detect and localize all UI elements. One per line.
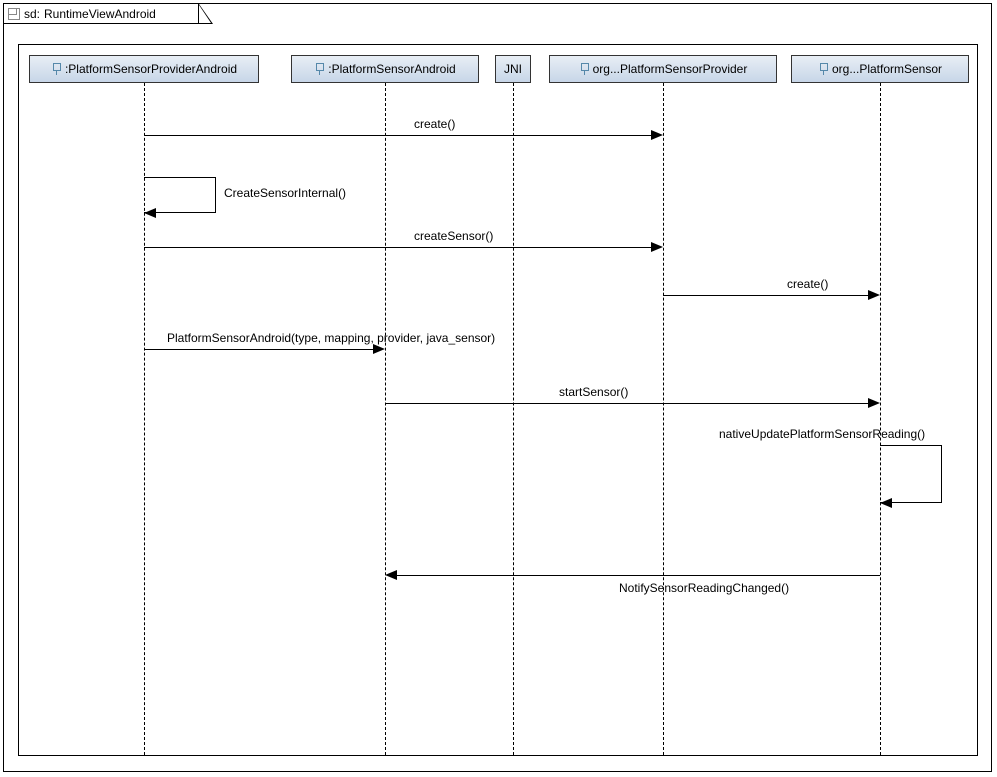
lifeline-org-sensor (880, 83, 881, 755)
sequence-diagram-frame: sd: RuntimeViewAndroid :PlatformSensorPr… (3, 3, 992, 772)
frame-tab-corner (199, 4, 213, 24)
arrow-startsensor (385, 403, 868, 404)
arrow-head (868, 290, 880, 300)
msg-startsensor: startSensor() (559, 385, 628, 399)
frame-title: RuntimeViewAndroid (44, 7, 156, 21)
lifeline-sensor-android (385, 83, 386, 755)
frame-prefix: sd: (24, 7, 40, 21)
arrow-head (868, 398, 880, 408)
msg-create-1: create() (414, 117, 455, 131)
arrow-head (651, 242, 663, 252)
frame-tab: sd: RuntimeViewAndroid (4, 4, 199, 24)
msg-ctor: PlatformSensorAndroid(type, mapping, pro… (167, 331, 495, 345)
participant-sensor-android: :PlatformSensorAndroid (291, 55, 479, 83)
participant-label: :PlatformSensorProviderAndroid (65, 62, 237, 76)
self-call-nativeupdate (880, 445, 942, 503)
object-icon (579, 63, 589, 75)
participant-org-provider: org...PlatformSensorProvider (549, 55, 777, 83)
msg-createsensor: createSensor() (414, 229, 493, 243)
arrow-notify (397, 575, 880, 576)
msg-create-2: create() (787, 277, 828, 291)
msg-createsensorinternal: CreateSensorInternal() (224, 186, 346, 200)
arrow-head (880, 498, 892, 508)
arrow-createsensor (144, 247, 651, 248)
participant-jni: JNI (495, 55, 531, 83)
arrow-head (144, 208, 156, 218)
arrow-create-1 (144, 135, 651, 136)
object-icon (818, 63, 828, 75)
arrow-head (651, 130, 663, 140)
arrow-head (373, 344, 385, 354)
sd-icon (8, 8, 20, 20)
participant-label: :PlatformSensorAndroid (328, 62, 455, 76)
lifeline-jni (513, 83, 514, 755)
object-icon (51, 63, 61, 75)
arrow-ctor (144, 349, 373, 350)
participant-label: org...PlatformSensorProvider (593, 62, 748, 76)
lifeline-org-provider (663, 83, 664, 755)
participant-provider-android: :PlatformSensorProviderAndroid (29, 55, 259, 83)
arrow-create-2 (663, 295, 868, 296)
arrow-head (385, 570, 397, 580)
object-icon (314, 63, 324, 75)
participant-label: JNI (504, 62, 522, 76)
participant-org-sensor: org...PlatformSensor (791, 55, 969, 83)
msg-notify: NotifySensorReadingChanged() (619, 581, 789, 595)
participant-label: org...PlatformSensor (832, 62, 942, 76)
msg-nativeupdate: nativeUpdatePlatformSensorReading() (719, 427, 925, 441)
inner-frame: :PlatformSensorProviderAndroid :Platform… (18, 44, 978, 756)
